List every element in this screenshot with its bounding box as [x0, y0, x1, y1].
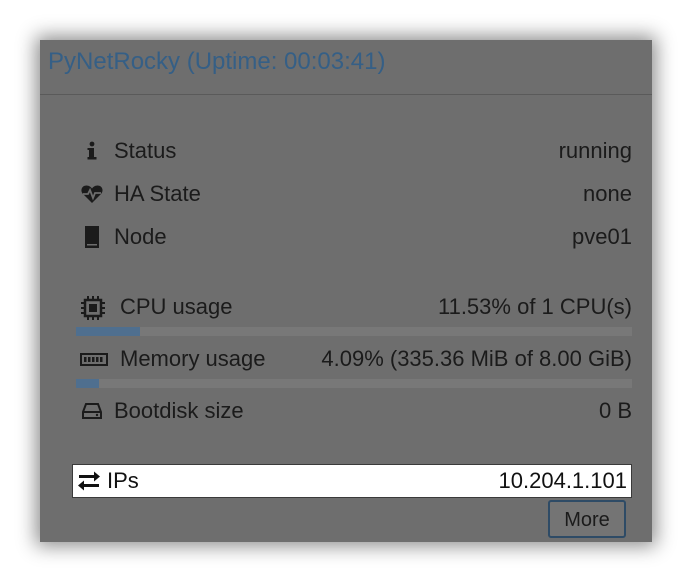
heartbeat-icon: [80, 182, 104, 206]
ips-label: IPs: [107, 468, 139, 493]
info-icon: [80, 139, 104, 163]
memory-icon: [80, 347, 108, 371]
status-row: Status running: [76, 136, 632, 168]
node-label: Node: [114, 224, 167, 249]
ips-row[interactable]: IPs 10.204.1.101: [72, 464, 632, 498]
cpu-usage-value: 11.53% of 1 CPU(s): [437, 294, 632, 319]
memory-usage-label: Memory usage: [120, 346, 266, 371]
cpu-chip-icon: [80, 295, 105, 320]
ha-state-row: HA State none: [76, 179, 632, 211]
cpu-usage-row: CPU usage 11.53% of 1 CPU(s): [76, 292, 632, 324]
vm-status-panel: PyNetRocky (Uptime: 00:03:41) Status run…: [40, 40, 652, 542]
memory-usage-row: Memory usage 4.09% (335.36 MiB of 8.00 G…: [76, 344, 632, 376]
memory-usage-value: 4.09% (335.36 MiB of 8.00 GiB): [321, 346, 632, 371]
memory-usage-bar-fill: [76, 379, 99, 388]
panel-header: PyNetRocky (Uptime: 00:03:41): [40, 40, 652, 95]
node-row: Node pve01: [76, 222, 632, 254]
status-label: Status: [114, 138, 177, 163]
ha-state-value: none: [583, 181, 632, 206]
bootdisk-size-value: 0 B: [598, 398, 632, 423]
node-value: pve01: [572, 224, 632, 249]
more-button[interactable]: More: [548, 500, 626, 538]
ha-state-label: HA State: [114, 181, 201, 206]
ips-value: 10.204.1.101: [498, 468, 627, 493]
cpu-usage-bar: [76, 327, 632, 336]
status-value: running: [558, 138, 632, 163]
bootdisk-size-row: Bootdisk size 0 B: [76, 396, 632, 428]
memory-usage-bar: [76, 379, 632, 388]
vm-summary-window: PyNetRocky (Uptime: 00:03:41) Status run…: [40, 40, 652, 542]
hdd-icon: [80, 399, 104, 423]
bootdisk-size-label: Bootdisk size: [114, 398, 244, 423]
panel-title: PyNetRocky (Uptime: 00:03:41): [48, 48, 386, 75]
cpu-usage-bar-fill: [76, 327, 141, 336]
cpu-usage-label: CPU usage: [120, 294, 233, 319]
exchange-icon: [77, 470, 101, 492]
server-icon: [80, 225, 104, 249]
